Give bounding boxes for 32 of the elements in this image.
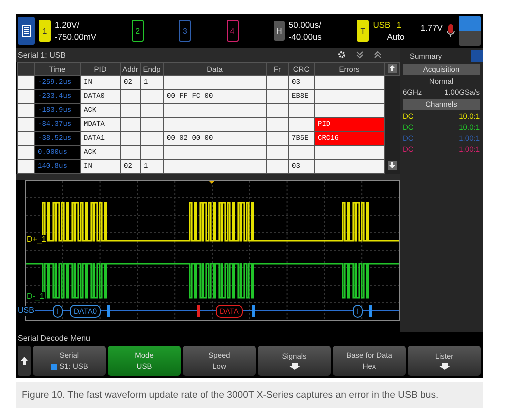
- back-button[interactable]: [18, 346, 31, 376]
- scroll-up-icon[interactable]: [388, 64, 396, 72]
- lister-title: Serial 1: USB: [18, 50, 68, 60]
- trace-label: D+_1: [26, 235, 48, 245]
- figure-caption: Figure 10. The fast waveform update rate of the 3000T X-Series captures an error in the USB bus.: [16, 382, 483, 408]
- channel-button[interactable]: 2: [132, 20, 144, 42]
- horizontal-button[interactable]: H: [274, 21, 285, 41]
- time-delay: -40.00us: [288, 33, 322, 42]
- microphone-icon: [446, 24, 455, 38]
- document-icon: [22, 25, 31, 37]
- bus-label: USB: [18, 306, 36, 316]
- double-chevron-down-icon[interactable]: [356, 51, 364, 59]
- down-arrow-icon: [288, 363, 300, 370]
- down-arrow-icon: [438, 363, 450, 370]
- time-scale: 50.00us/: [288, 20, 322, 29]
- trigger-button[interactable]: T: [357, 20, 370, 42]
- up-arrow-icon: [21, 357, 28, 365]
- trigger-channel: 1: [396, 20, 402, 29]
- trace-label: D-_1: [26, 292, 46, 302]
- settings-icon[interactable]: [338, 51, 346, 59]
- display-button[interactable]: [458, 16, 481, 46]
- double-chevron-up-icon[interactable]: [374, 51, 382, 59]
- menu-button[interactable]: [18, 17, 35, 45]
- menu-title: Serial Decode Menu: [17, 333, 92, 345]
- trigger-mode: Auto: [386, 33, 405, 42]
- trigger-source: USB: [373, 20, 391, 29]
- trigger-level: 1.77V: [420, 22, 443, 33]
- channel-offset: -750.00mV: [55, 33, 97, 42]
- channel-button[interactable]: 1: [39, 20, 51, 42]
- scroll-down-icon[interactable]: [388, 160, 397, 170]
- channel-button[interactable]: 4: [226, 20, 239, 42]
- channel-scale: 1.20V/: [55, 20, 81, 29]
